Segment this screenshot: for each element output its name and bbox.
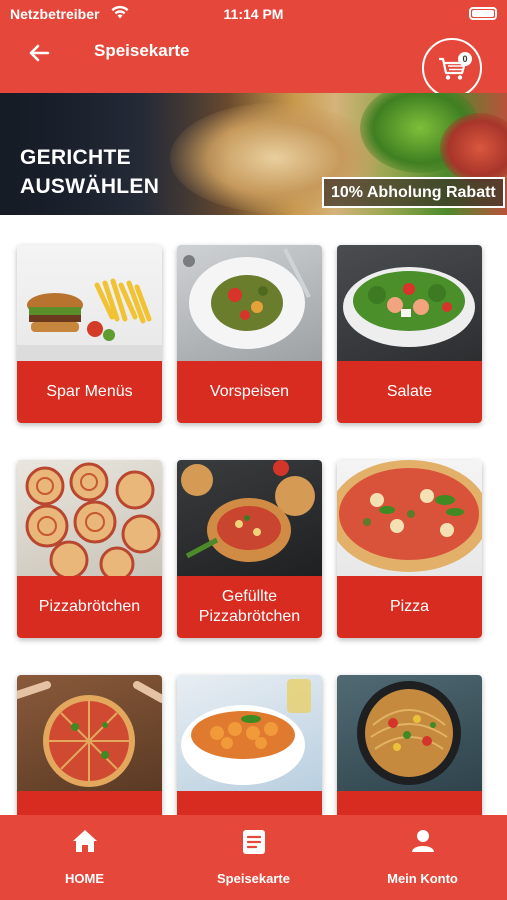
category-card-gefuellte-pizzabroetchen[interactable]: Gefüllte Pizzabrötchen (177, 460, 322, 638)
category-card-spar-menus[interactable]: Spar Menüs (17, 245, 162, 423)
discount-badge: 10% Abholung Rabatt (322, 177, 505, 208)
category-card-pizzabroetchen[interactable]: Pizzabrötchen (17, 460, 162, 638)
page-title: Speisekarte (94, 41, 190, 60)
category-image (17, 675, 162, 791)
bottom-tab-bar: HOME Speisekarte Mein Konto (0, 815, 507, 900)
tab-mein-konto-label: Mein Konto (387, 871, 458, 886)
top-bar: Netzbetreiber 11:14 PM Speisekarte 0 (0, 0, 507, 98)
cart-count-badge: 0 (458, 52, 472, 66)
category-label: Gefüllte Pizzabrötchen (177, 576, 322, 638)
category-image (17, 460, 162, 576)
category-label (177, 791, 322, 815)
battery-icon (469, 7, 497, 20)
category-image (177, 675, 322, 791)
tab-speisekarte-label: Speisekarte (217, 871, 290, 886)
person-icon (411, 830, 434, 852)
category-image (337, 675, 482, 791)
status-bar: Netzbetreiber 11:14 PM (0, 0, 507, 28)
back-button[interactable] (22, 38, 56, 68)
navigation-bar: Speisekarte 0 (0, 28, 507, 98)
tab-home-label: HOME (65, 871, 104, 886)
status-time: 11:14 PM (223, 6, 284, 22)
category-label: Salate (337, 361, 482, 423)
back-arrow-icon (29, 44, 50, 62)
tab-speisekarte[interactable]: Speisekarte (169, 815, 338, 900)
category-grid: Spar Menüs Vorspeisen Salate Pizzabrötch… (0, 215, 507, 815)
banner-title: GERICHTE AUSWÄHLEN (20, 146, 160, 198)
category-label: Pizza (337, 576, 482, 638)
category-label (17, 791, 162, 815)
category-image (17, 245, 162, 361)
category-label: Spar Menüs (17, 361, 162, 423)
tab-home[interactable]: HOME (0, 815, 169, 900)
category-card[interactable] (337, 675, 482, 815)
category-card[interactable] (177, 675, 322, 815)
category-image (337, 245, 482, 361)
category-card-salate[interactable]: Salate (337, 245, 482, 423)
menu-book-icon (242, 830, 265, 854)
category-image (177, 460, 322, 576)
home-icon (72, 830, 97, 852)
cart-button[interactable]: 0 (422, 38, 482, 98)
category-image (337, 460, 482, 576)
category-label: Pizzabrötchen (17, 576, 162, 638)
category-label (337, 791, 482, 815)
category-label: Vorspeisen (177, 361, 322, 423)
category-image (177, 245, 322, 361)
category-card[interactable] (17, 675, 162, 815)
category-card-vorspeisen[interactable]: Vorspeisen (177, 245, 322, 423)
promo-banner[interactable]: GERICHTE AUSWÄHLEN 10% Abholung Rabatt (0, 93, 507, 215)
category-card-pizza[interactable]: Pizza (337, 460, 482, 638)
tab-mein-konto[interactable]: Mein Konto (338, 815, 507, 900)
